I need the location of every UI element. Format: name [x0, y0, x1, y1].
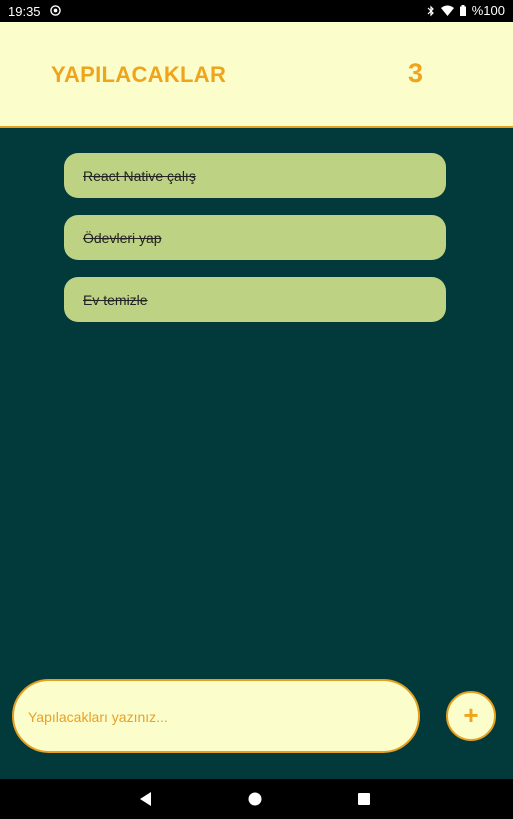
- battery-icon: [459, 5, 466, 16]
- back-button[interactable]: [136, 789, 156, 809]
- todo-input-container: [12, 679, 420, 753]
- status-icons: %100: [427, 3, 505, 18]
- home-button[interactable]: [245, 789, 265, 809]
- battery-percent: %100: [471, 3, 505, 18]
- recents-icon: [358, 793, 370, 805]
- todo-item-text: Ödevleri yap: [83, 229, 162, 246]
- navigation-bar: [0, 779, 513, 819]
- todo-item[interactable]: Ev temizle: [64, 277, 446, 322]
- app-screen: 19:35 %100 YAPILACAKLAR 3 React Native ç…: [0, 0, 513, 819]
- back-icon: [140, 792, 151, 806]
- bluetooth-icon: [427, 5, 434, 16]
- home-icon: [248, 792, 262, 806]
- app-header: YAPILACAKLAR 3: [0, 22, 513, 128]
- todo-item[interactable]: Ödevleri yap: [64, 215, 446, 260]
- todo-item-text: React Native çalış: [83, 167, 196, 184]
- page-title: YAPILACAKLAR: [51, 62, 227, 87]
- todo-item[interactable]: React Native çalış: [64, 153, 446, 198]
- sync-icon: [50, 5, 61, 16]
- todo-input[interactable]: [26, 701, 400, 733]
- recents-button[interactable]: [354, 789, 374, 809]
- plus-icon: +: [463, 700, 479, 730]
- add-todo-button[interactable]: +: [446, 691, 496, 741]
- todo-item-text: Ev temizle: [83, 291, 148, 308]
- wifi-icon: [440, 5, 454, 16]
- status-time: 19:35: [8, 4, 41, 19]
- todo-list: React Native çalış Ödevleri yap Ev temiz…: [64, 153, 446, 339]
- status-bar: 19:35 %100: [0, 0, 513, 22]
- todo-count: 3: [408, 58, 424, 88]
